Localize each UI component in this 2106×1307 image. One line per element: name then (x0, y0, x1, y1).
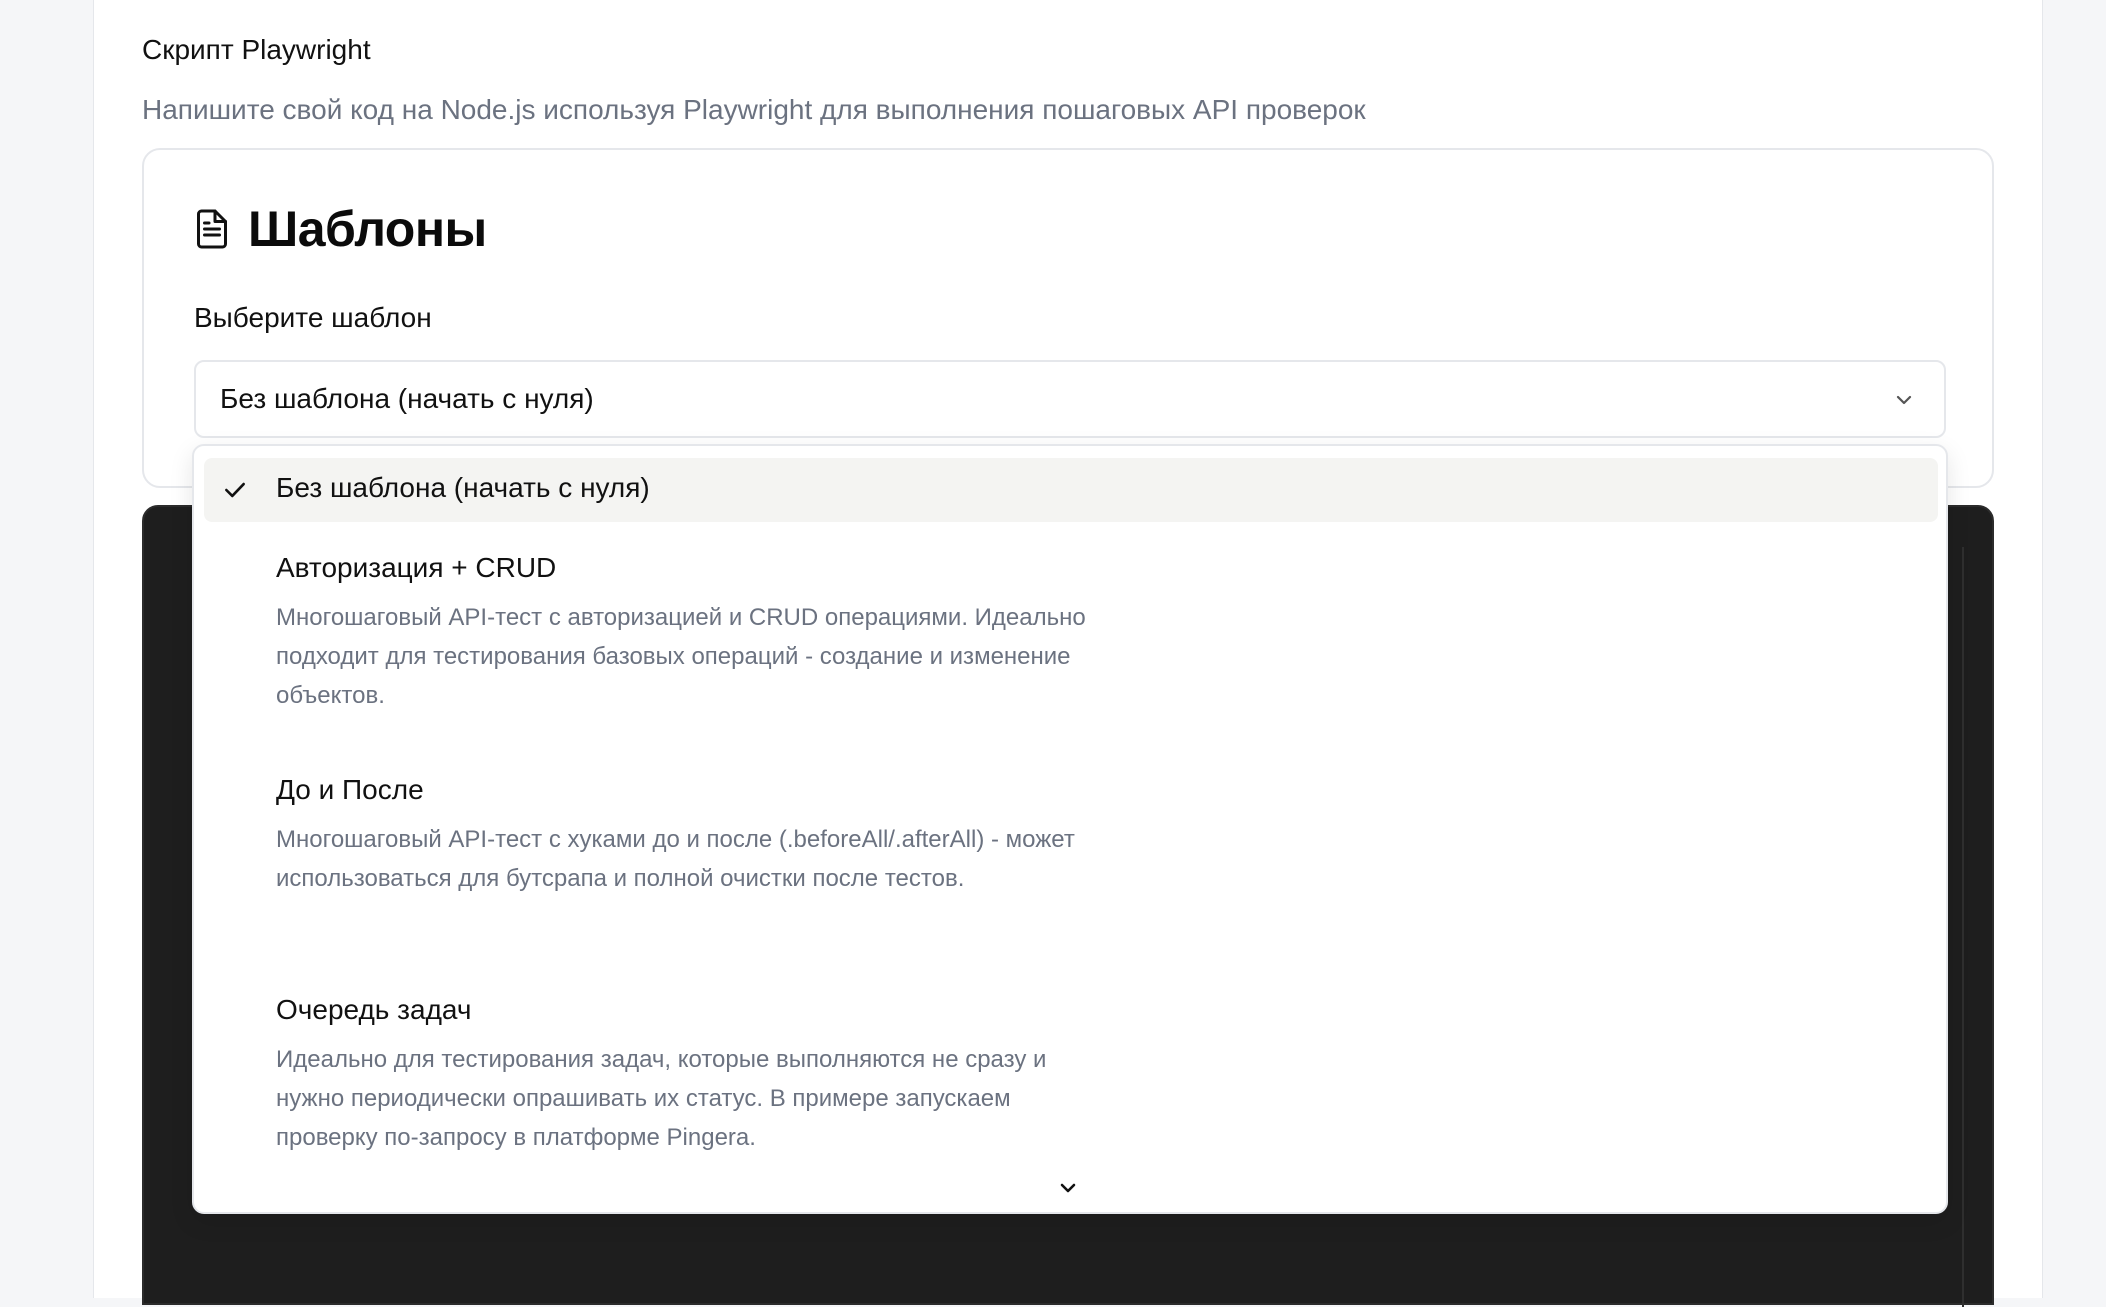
template-select-value: Без шаблона (начать с нуля) (220, 383, 594, 414)
editor-scrollbar[interactable] (1962, 547, 1964, 1307)
templates-title: Шаблоны (248, 201, 487, 257)
section-title: Скрипт Playwright (142, 34, 371, 65)
template-dropdown: Без шаблона (начать с нуля) Авторизация … (192, 444, 1948, 1214)
section-description: Напишите свой код на Node.js используя P… (142, 94, 1366, 125)
template-option-auth-crud[interactable]: Авторизация + CRUD Многошаговый API-тест… (204, 552, 1938, 742)
template-select-label: Выберите шаблон (194, 302, 432, 333)
template-option-none[interactable]: Без шаблона (начать с нуля) (204, 458, 1938, 522)
templates-header: Шаблоны (194, 200, 487, 258)
template-option-title: До и После (276, 774, 424, 805)
template-select[interactable]: Без шаблона (начать с нуля) (194, 360, 1946, 438)
template-option-task-queue[interactable]: Очередь задач Идеально для тестирования … (204, 994, 1938, 1184)
template-option-description: Многошаговый API-тест с авторизацией и C… (276, 604, 1086, 709)
template-option-title: Авторизация + CRUD (276, 552, 557, 583)
check-icon (225, 482, 245, 498)
template-option-before-after[interactable]: До и После Многошаговый API-тест с хукам… (204, 774, 1938, 964)
template-option-title: Очередь задач (276, 994, 472, 1025)
scroll-down-chevron-icon[interactable] (1056, 1176, 1080, 1200)
templates-card: Шаблоны Выберите шаблон Без шаблона (нач… (142, 148, 1994, 488)
template-option-description: Многошаговый API-тест с хуками до и посл… (276, 826, 1075, 892)
document-icon (197, 209, 227, 249)
chevron-down-icon (1896, 395, 1912, 405)
template-option-description: Идеально для тестирования задач, которые… (276, 1046, 1047, 1151)
template-option-label: Без шаблона (начать с нуля) (276, 472, 650, 503)
